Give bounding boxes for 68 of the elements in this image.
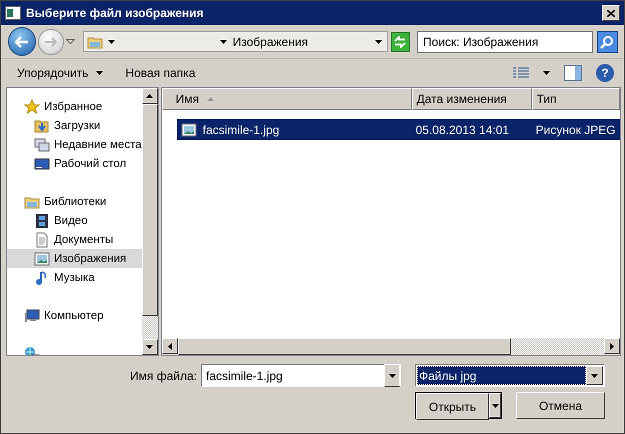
file-date: 05.08.2013 14:01	[414, 122, 510, 136]
downloads-folder-icon	[34, 118, 50, 134]
file-row[interactable]: facsimile-1.jpg 05.08.2013 14:01 Рисунок JPEG	[176, 119, 620, 140]
caret-icon	[492, 404, 498, 408]
nav-item[interactable]: Компьютер	[7, 306, 142, 325]
arrow-up-icon	[146, 94, 154, 98]
horizontal-scrollbar[interactable]	[162, 338, 620, 355]
caret-icon	[543, 71, 550, 75]
address-dropdown-icon	[374, 40, 382, 44]
filename-dropdown-button[interactable]	[384, 364, 401, 387]
search-field[interactable]: Поиск: Изображения	[417, 30, 593, 52]
open-options-button[interactable]	[489, 393, 501, 418]
column-header[interactable]: Имя	[162, 88, 412, 110]
nav-item[interactable]: Избранное	[7, 97, 142, 116]
nav-item[interactable]: Недавние места	[7, 135, 142, 154]
refresh-button[interactable]	[390, 32, 410, 52]
caret-icon	[591, 374, 598, 378]
file-type-dropdown[interactable]: Файлы jpg	[415, 364, 605, 387]
breadcrumb[interactable]: Изображения	[220, 34, 308, 48]
open-button[interactable]: Открыть	[416, 393, 489, 420]
arrow-left-icon	[15, 36, 30, 48]
close-button[interactable]	[602, 5, 620, 21]
document-icon	[34, 232, 50, 248]
column-header[interactable]: Тип	[532, 88, 620, 110]
caret-icon	[108, 40, 115, 44]
nav-item[interactable]: Видео	[7, 211, 142, 230]
star-icon	[24, 98, 40, 114]
caret-icon	[66, 39, 75, 44]
back-button[interactable]	[8, 27, 36, 56]
nav-item[interactable]: Документы	[7, 230, 142, 249]
arrow-down-icon	[146, 345, 154, 349]
file-name: facsimile-1.jpg	[176, 122, 412, 138]
window-icon	[5, 6, 21, 20]
picture-icon	[180, 122, 197, 138]
picture-icon	[34, 250, 50, 266]
file-type: Рисунок JPEG	[534, 122, 617, 136]
filename-label: Имя файла:	[130, 368, 198, 382]
toolbar-button[interactable]: Новая папка	[117, 63, 204, 83]
film-icon	[34, 212, 50, 228]
toolbar-button[interactable]: Упорядочить	[9, 63, 112, 83]
nav-item[interactable]: Загрузки	[7, 116, 142, 135]
dropdown-button[interactable]	[586, 366, 603, 385]
close-icon	[607, 10, 615, 16]
computer-icon	[24, 308, 40, 324]
arrow-left-icon	[168, 342, 172, 350]
help-button[interactable]: ?	[596, 64, 614, 82]
window-title: Выберите файл изображения	[26, 6, 205, 20]
vertical-scrollbar[interactable]	[142, 88, 158, 355]
preview-pane-icon	[564, 65, 582, 81]
nav-item[interactable]: Рабочий стол	[7, 154, 142, 173]
address-bar[interactable]: Изображения	[82, 31, 388, 52]
nav-item[interactable]: Библиотеки	[7, 192, 142, 211]
refresh-arrows-icon	[393, 36, 408, 48]
sort-arrow-icon	[207, 97, 214, 101]
list-view-icon	[513, 67, 529, 79]
arrow-right-icon	[44, 36, 57, 46]
nav-item[interactable]: Музыка	[7, 268, 142, 287]
recent-places-icon	[34, 136, 50, 152]
arrow-right-icon	[610, 342, 614, 350]
filename-field[interactable]: facsimile-1.jpg	[201, 364, 384, 387]
search-icon	[600, 34, 614, 48]
search-button[interactable]	[596, 30, 618, 52]
caret-icon	[388, 374, 396, 378]
column-header[interactable]: Дата изменения	[412, 88, 532, 110]
cancel-button[interactable]: Отмена	[516, 392, 605, 419]
caret-icon	[220, 40, 227, 44]
desktop-icon	[34, 156, 50, 172]
nav-item[interactable]: Изображения	[7, 249, 142, 268]
